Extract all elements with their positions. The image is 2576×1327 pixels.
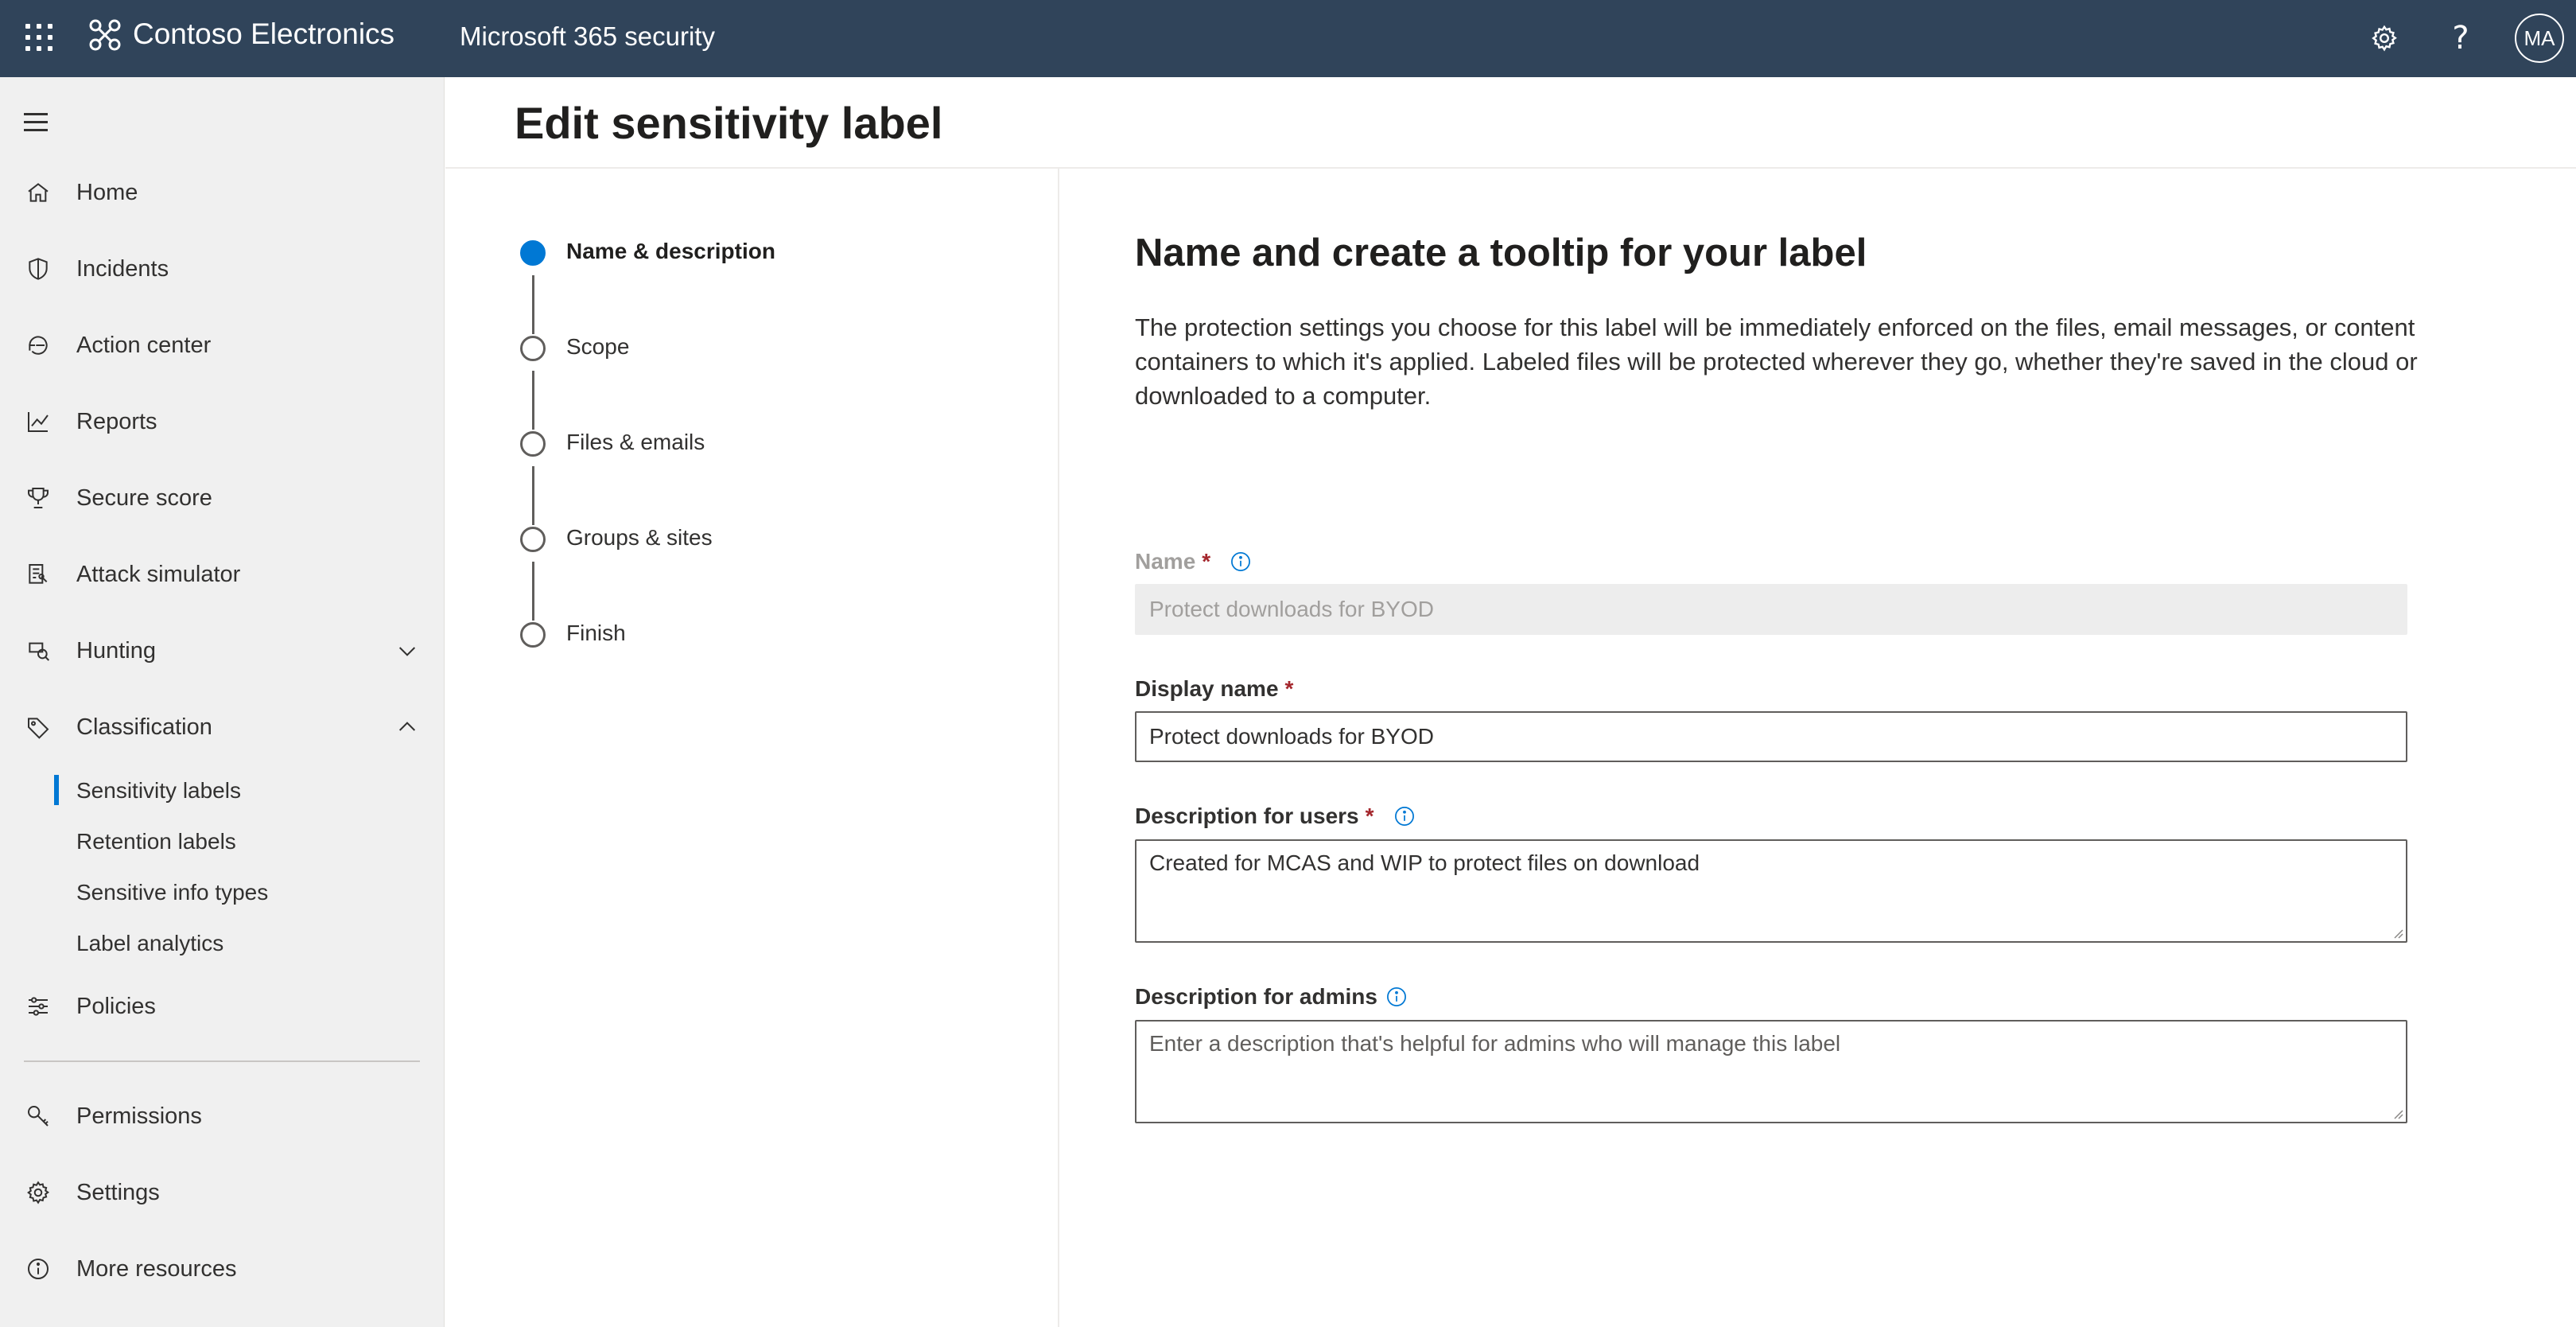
sidebar-subitem-label-analytics[interactable]: Label analytics [0, 921, 445, 966]
sidebar-item-label: More resources [76, 1255, 237, 1282]
required-asterisk: * [1365, 804, 1374, 828]
display-name-field[interactable]: Protect downloads for BYOD [1135, 711, 2407, 762]
sidebar-item-policies[interactable]: Policies [0, 979, 445, 1034]
sidebar-item-permissions[interactable]: Permissions [0, 1088, 445, 1144]
active-indicator [54, 775, 59, 805]
name-field: Protect downloads for BYOD [1135, 584, 2407, 635]
step-connector [532, 275, 534, 334]
chart-line-icon [24, 407, 52, 436]
step-label: Groups & sites [566, 525, 713, 550]
step-indicator [520, 527, 546, 552]
sidebar-subitem-retention-labels[interactable]: Retention labels [0, 819, 445, 864]
resize-grip-icon[interactable] [2390, 1106, 2404, 1120]
step-current-indicator [520, 240, 546, 266]
sidebar-item-label: Hunting [76, 637, 156, 664]
shield-icon [24, 255, 52, 283]
step-label: Files & emails [566, 430, 705, 454]
sidebar-divider [24, 1060, 420, 1062]
sidebar-item-label: Classification [76, 714, 212, 740]
sidebar-item-settings[interactable]: Settings [0, 1165, 445, 1220]
contoso-logo-icon [89, 19, 121, 51]
section-description: The protection settings you choose for t… [1135, 313, 2418, 410]
display-name-label: Display name * [1135, 676, 1293, 702]
avatar[interactable]: MA [2515, 14, 2564, 63]
textarea-placeholder: Enter a description that's helpful for a… [1149, 1031, 1841, 1056]
info-circle-icon[interactable] [1230, 551, 1252, 573]
sidebar-item-label: Home [76, 179, 138, 205]
sidebar-subitem-sensitive-info-types[interactable]: Sensitive info types [0, 870, 445, 915]
action-center-icon [24, 331, 52, 360]
settings-gear-icon[interactable] [2364, 18, 2405, 59]
hamburger-menu-icon[interactable] [24, 113, 51, 132]
name-field-label: Name * [1135, 549, 1252, 574]
description-admins-textarea[interactable]: Enter a description that's helpful for a… [1135, 1020, 2407, 1123]
sidebar-item-label: Policies [76, 993, 156, 1019]
sidebar-item-label: Permissions [76, 1103, 202, 1129]
section-title: Name and create a tooltip for your label [1135, 232, 1867, 274]
step-connector [532, 562, 534, 621]
key-icon [24, 1102, 52, 1130]
top-bar: Contoso Electronics Microsoft 365 securi… [0, 0, 2576, 77]
sidebar-item-label: Incidents [76, 255, 169, 282]
sidebar-item-attack-simulator[interactable]: Attack simulator [0, 547, 445, 602]
step-connector [532, 466, 534, 525]
tag-icon [24, 713, 52, 741]
resize-grip-icon[interactable] [2390, 925, 2404, 940]
app-launcher-icon[interactable] [22, 21, 52, 51]
trophy-icon [24, 484, 52, 512]
step-label: Finish [566, 621, 626, 645]
step-label: Name & description [566, 239, 775, 263]
home-icon [24, 178, 52, 207]
sidebar-subitem-sensitivity-labels[interactable]: Sensitivity labels [0, 769, 445, 813]
sidebar-subitem-label: Sensitive info types [76, 880, 269, 905]
description-users-textarea[interactable]: Created for MCAS and WIP to protect file… [1135, 839, 2407, 943]
sidebar-item-reports[interactable]: Reports [0, 394, 445, 449]
chevron-down-icon[interactable] [394, 638, 420, 664]
attack-simulator-icon [24, 560, 52, 589]
info-circle-icon[interactable] [1393, 805, 1416, 827]
sidebar-item-label: Attack simulator [76, 561, 241, 587]
brand-name[interactable]: Contoso Electronics [133, 18, 394, 51]
sidebar-item-more-resources[interactable]: More resources [0, 1241, 445, 1297]
description-admins-label: Description for admins [1135, 984, 1408, 1010]
description-users-label: Description for users * [1135, 804, 1416, 829]
hunting-icon [24, 636, 52, 665]
textarea-value: Created for MCAS and WIP to protect file… [1149, 850, 1700, 875]
step-indicator [520, 336, 546, 361]
sliders-icon [24, 992, 52, 1021]
sidebar-item-action-center[interactable]: Action center [0, 317, 445, 373]
info-circle-icon[interactable] [1385, 986, 1408, 1008]
sidebar-subitem-label: Label analytics [76, 931, 224, 955]
sidebar-item-label: Reports [76, 408, 157, 434]
header-divider [445, 167, 2576, 169]
sidebar-item-classification[interactable]: Classification [0, 699, 445, 755]
page-title: Edit sensitivity label [515, 98, 943, 148]
sidebar-item-home[interactable]: Home [0, 165, 445, 220]
gear-icon [24, 1178, 52, 1207]
step-label: Scope [566, 334, 630, 359]
step-connector [532, 371, 534, 430]
field-label-text: Description for users [1135, 804, 1359, 828]
info-icon [24, 1255, 52, 1283]
sidebar-item-secure-score[interactable]: Secure score [0, 470, 445, 526]
required-asterisk: * [1202, 549, 1211, 574]
app-name[interactable]: Microsoft 365 security [460, 21, 715, 52]
step-indicator [520, 431, 546, 457]
sidebar: Home Incidents Action center Reports Sec… [0, 77, 445, 1327]
steps-pane-divider [1058, 169, 1059, 1327]
chevron-up-icon[interactable] [394, 714, 420, 740]
help-icon[interactable]: ? [2440, 18, 2481, 59]
field-label-text: Description for admins [1135, 984, 1377, 1009]
sidebar-item-label: Secure score [76, 484, 212, 511]
sidebar-item-hunting[interactable]: Hunting [0, 623, 445, 679]
sidebar-item-label: Settings [76, 1179, 160, 1205]
required-asterisk: * [1284, 676, 1294, 701]
sidebar-item-label: Action center [76, 332, 212, 358]
step-indicator [520, 622, 546, 648]
sidebar-subitem-label: Retention labels [76, 829, 236, 854]
field-label-text: Display name [1135, 676, 1279, 701]
sidebar-item-incidents[interactable]: Incidents [0, 241, 445, 297]
sidebar-subitem-label: Sensitivity labels [76, 778, 241, 803]
field-label-text: Name [1135, 549, 1196, 574]
